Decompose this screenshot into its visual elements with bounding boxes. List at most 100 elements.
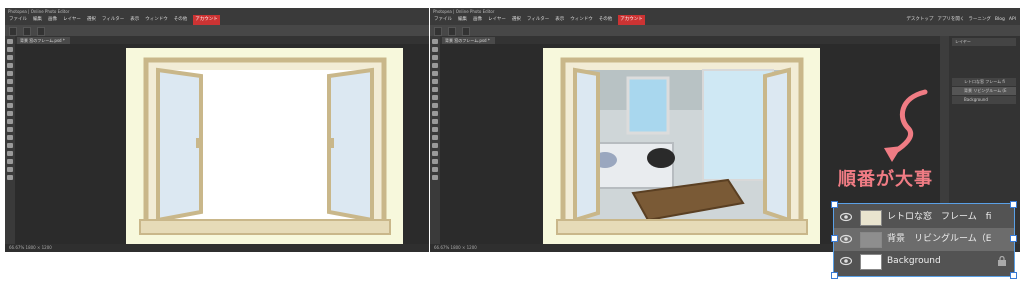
layer-row[interactable]: Background: [834, 250, 1014, 273]
menu-layer[interactable]: レイヤー: [488, 15, 506, 25]
menu-select[interactable]: 選択: [512, 15, 521, 25]
option-box[interactable]: [462, 27, 470, 36]
document-tab[interactable]: 背景 窓のフレーム.psd *: [442, 37, 495, 44]
marquee-tool-icon[interactable]: [7, 47, 13, 52]
menu-filter[interactable]: フィルター: [527, 15, 549, 25]
eyedropper-tool-icon[interactable]: [7, 79, 13, 84]
move-tool-icon[interactable]: [432, 39, 438, 44]
text-tool-icon[interactable]: [7, 151, 13, 156]
menu-edit[interactable]: 編集: [33, 15, 42, 25]
fill-tool-icon[interactable]: [7, 119, 13, 124]
hand-tool-icon[interactable]: [7, 167, 13, 172]
blur-tool-icon[interactable]: [432, 127, 438, 132]
menu-select[interactable]: 選択: [87, 15, 96, 25]
document-canvas[interactable]: [543, 48, 820, 244]
menu-more[interactable]: その他: [599, 15, 613, 25]
menu-window[interactable]: ウィンドウ: [145, 15, 168, 25]
menu-file[interactable]: ファイル: [9, 15, 27, 25]
header-links: デスクトップ アプリを開く ラーニング Blog API: [906, 15, 1020, 25]
menu-window[interactable]: ウィンドウ: [570, 15, 593, 25]
move-tool-icon[interactable]: [7, 39, 13, 44]
annotation-arrow: [884, 89, 928, 162]
lock-icon: [998, 256, 1006, 266]
window-title: Photopea | Online Photo Editor: [430, 8, 1020, 15]
zoom-tool-icon[interactable]: [7, 175, 13, 180]
heal-tool-icon[interactable]: [7, 87, 13, 92]
selection-handle[interactable]: [831, 201, 838, 208]
pen-tool-icon[interactable]: [7, 143, 13, 148]
menu-view[interactable]: 表示: [130, 15, 139, 25]
blur-tool-icon[interactable]: [7, 127, 13, 132]
selection-handle[interactable]: [1010, 272, 1017, 279]
left-photopea-window: Photopea | Online Photo Editor ファイル 編集 画…: [5, 8, 429, 252]
crop-tool-icon[interactable]: [432, 71, 438, 76]
menu-edit[interactable]: 編集: [458, 15, 467, 25]
menu-layer[interactable]: レイヤー: [63, 15, 81, 25]
marquee-tool-icon[interactable]: [432, 47, 438, 52]
menu-more[interactable]: その他: [174, 15, 188, 25]
menu-filter[interactable]: フィルター: [102, 15, 124, 25]
stamp-tool-icon[interactable]: [7, 103, 13, 108]
lasso-tool-icon[interactable]: [432, 55, 438, 60]
menu-view[interactable]: 表示: [555, 15, 564, 25]
pen-tool-icon[interactable]: [432, 143, 438, 148]
zoom-tool-icon[interactable]: [432, 175, 438, 180]
desktop-link[interactable]: デスクトップ: [906, 15, 933, 25]
open-app-link[interactable]: アプリを開く: [937, 15, 964, 25]
annotation-text: 順番が大事: [838, 169, 933, 190]
option-box[interactable]: [9, 27, 17, 36]
option-box[interactable]: [434, 27, 442, 36]
selection-handle[interactable]: [1010, 201, 1017, 208]
account-button[interactable]: アカウント: [193, 15, 220, 25]
options-bar: [5, 25, 429, 36]
eyedropper-tool-icon[interactable]: [432, 79, 438, 84]
layer-row[interactable]: レトロな窓 フレーム fi: [952, 78, 1016, 86]
menu-file[interactable]: ファイル: [434, 15, 452, 25]
document-tabs: 背景 窓のフレーム.psd *: [440, 36, 940, 44]
document-canvas[interactable]: [126, 48, 403, 244]
selection-handle[interactable]: [831, 272, 838, 279]
selection-handle[interactable]: [831, 235, 838, 242]
blog-link[interactable]: Blog: [995, 15, 1005, 25]
wand-tool-icon[interactable]: [7, 63, 13, 68]
layer-row[interactable]: 背景 リビングルーム (E: [952, 87, 1016, 95]
shape-tool-icon[interactable]: [7, 159, 13, 164]
layer-row[interactable]: レトロな窓 フレーム fi: [834, 206, 1014, 229]
brush-tool-icon[interactable]: [432, 95, 438, 100]
document-tab[interactable]: 背景 窓のフレーム.psd *: [17, 37, 70, 44]
layer-name: 背景 リビングルーム（E: [887, 234, 992, 244]
layers-panel-title: レイヤー: [952, 38, 1016, 46]
options-bar: [430, 25, 1020, 36]
visibility-eye-icon[interactable]: [840, 256, 852, 266]
fill-tool-icon[interactable]: [432, 119, 438, 124]
wand-tool-icon[interactable]: [432, 63, 438, 68]
layer-name: Background: [887, 256, 941, 266]
option-box[interactable]: [448, 27, 456, 36]
option-box[interactable]: [23, 27, 31, 36]
tools-panel: [5, 36, 15, 244]
selection-handle[interactable]: [1010, 235, 1017, 242]
heal-tool-icon[interactable]: [432, 87, 438, 92]
menu-image[interactable]: 画像: [473, 15, 482, 25]
layer-row-selected[interactable]: 背景 リビングルーム（E: [834, 228, 1014, 251]
window-frame-image: [139, 57, 391, 235]
layer-row[interactable]: Background: [952, 96, 1016, 104]
crop-tool-icon[interactable]: [7, 71, 13, 76]
shape-tool-icon[interactable]: [432, 159, 438, 164]
eraser-tool-icon[interactable]: [432, 111, 438, 116]
account-button[interactable]: アカウント: [618, 15, 645, 25]
eraser-tool-icon[interactable]: [7, 111, 13, 116]
menu-image[interactable]: 画像: [48, 15, 57, 25]
stamp-tool-icon[interactable]: [432, 103, 438, 108]
api-link[interactable]: API: [1009, 15, 1016, 25]
option-box[interactable]: [37, 27, 45, 36]
learning-link[interactable]: ラーニング: [968, 15, 991, 25]
brush-tool-icon[interactable]: [7, 95, 13, 100]
lasso-tool-icon[interactable]: [7, 55, 13, 60]
dodge-tool-icon[interactable]: [432, 135, 438, 140]
visibility-eye-icon[interactable]: [840, 234, 852, 244]
visibility-eye-icon[interactable]: [840, 212, 852, 222]
text-tool-icon[interactable]: [432, 151, 438, 156]
hand-tool-icon[interactable]: [432, 167, 438, 172]
dodge-tool-icon[interactable]: [7, 135, 13, 140]
